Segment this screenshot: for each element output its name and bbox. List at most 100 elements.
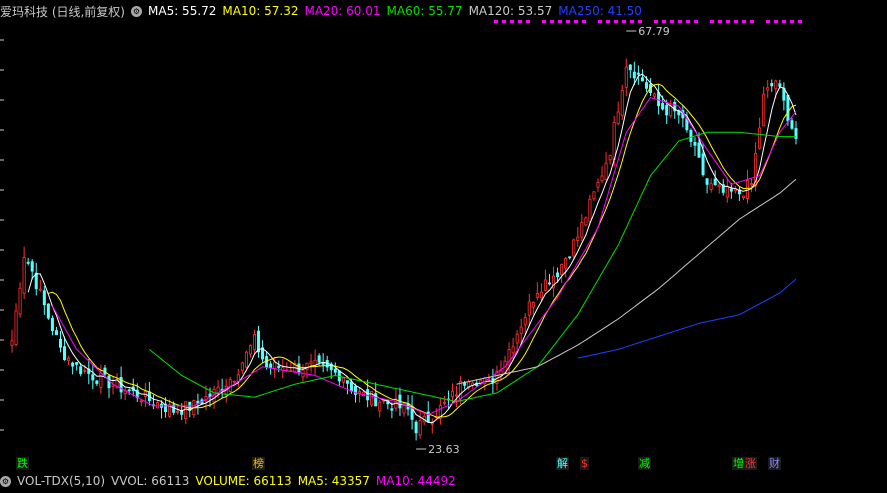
signal-marker	[766, 20, 770, 23]
candle	[34, 262, 38, 296]
candle	[519, 318, 523, 344]
signal-marker	[510, 20, 514, 23]
candle-body	[333, 368, 337, 373]
ma-lines-group	[27, 73, 797, 424]
signal-marker	[670, 20, 674, 23]
candle	[228, 376, 232, 393]
candle-body	[176, 411, 180, 413]
candle	[378, 399, 382, 418]
candle-body	[63, 346, 67, 361]
candle	[725, 177, 729, 203]
candle-body	[442, 401, 446, 404]
candle	[147, 382, 151, 406]
candle	[620, 84, 624, 120]
candle-body	[564, 258, 568, 269]
ma250-label: MA250: 41.50	[558, 4, 642, 18]
price-legend: 爱玛科技 (日线,前复权) ⚙ MA5: 55.72 MA10: 57.32 M…	[0, 2, 648, 20]
candle-body	[418, 420, 422, 436]
candle	[693, 137, 697, 156]
signal-marker	[638, 20, 642, 23]
candle	[552, 266, 556, 298]
vol-indicator-label[interactable]: VOL-TDX(5,10)	[17, 474, 105, 488]
candle	[18, 282, 22, 318]
signal-marker	[582, 20, 586, 23]
candle-body	[572, 239, 576, 257]
candle-body	[79, 366, 83, 375]
candle-body	[717, 184, 721, 188]
candle	[515, 330, 519, 351]
ma10-label: MA10: 57.32	[222, 4, 299, 18]
candle	[46, 303, 50, 320]
event-tag[interactable]: 解	[556, 457, 569, 470]
candle-body	[244, 351, 248, 368]
candle-body	[786, 94, 790, 122]
candle	[442, 395, 446, 406]
candle-body	[273, 361, 277, 369]
low-price-label: 23.63	[428, 443, 460, 456]
stock-title[interactable]: 爱玛科技 (日线,前复权)	[0, 3, 125, 20]
candle	[374, 382, 378, 407]
candle	[426, 401, 430, 423]
candle	[341, 376, 345, 388]
volume-settings-icon[interactable]: ⚙	[0, 475, 11, 487]
candle	[87, 358, 91, 385]
event-tag[interactable]: 涨	[744, 457, 757, 470]
candle	[762, 86, 766, 127]
candle-body	[750, 183, 754, 186]
candle-body	[26, 261, 30, 264]
candle	[531, 301, 535, 315]
candle	[261, 340, 265, 364]
candle-body	[127, 389, 131, 392]
candle-body	[46, 303, 50, 319]
candle	[616, 101, 620, 126]
candle	[236, 368, 240, 388]
candle-body	[616, 111, 620, 124]
candle	[745, 169, 750, 204]
candle-body	[693, 142, 697, 146]
signal-marker	[782, 20, 786, 23]
signal-marker	[614, 20, 618, 23]
candle-body	[18, 287, 22, 315]
ma120-label: MA120: 53.57	[468, 4, 553, 18]
candle	[42, 286, 46, 315]
candle-body	[701, 153, 705, 176]
candle-body	[774, 80, 778, 90]
candle	[729, 182, 733, 199]
event-tag[interactable]: 财	[768, 457, 781, 470]
candle	[770, 79, 774, 92]
candle	[91, 364, 95, 390]
candle	[750, 178, 754, 193]
candle	[527, 293, 531, 327]
signal-marker	[494, 20, 498, 23]
event-tag[interactable]: 减	[638, 457, 651, 470]
candle-body	[297, 363, 301, 373]
candle	[576, 226, 580, 247]
candle-body	[778, 83, 782, 87]
event-tag[interactable]: 跌	[16, 457, 29, 470]
candle-body	[155, 402, 159, 409]
candle	[309, 353, 313, 373]
candle	[592, 191, 596, 201]
signal-marker	[742, 20, 746, 23]
candle	[313, 349, 317, 376]
candle	[289, 361, 293, 372]
candle	[160, 400, 164, 419]
candle	[410, 395, 414, 430]
candle-body	[30, 261, 34, 272]
signal-marker	[526, 20, 530, 23]
settings-gear-icon[interactable]: ⚙	[131, 5, 142, 17]
candle-body	[511, 346, 515, 354]
candle-body	[762, 93, 766, 127]
candle-body	[665, 104, 669, 116]
candle-body	[592, 191, 596, 199]
candle-body	[91, 374, 95, 381]
candle	[737, 186, 741, 201]
candle-body	[236, 374, 240, 382]
candle-body	[584, 217, 588, 226]
candle-body	[22, 257, 26, 294]
signal-marker	[502, 20, 506, 23]
candle-body	[604, 162, 608, 181]
event-tag[interactable]: 榜	[252, 457, 265, 470]
candle	[455, 386, 459, 408]
event-tag[interactable]: $	[580, 457, 589, 470]
